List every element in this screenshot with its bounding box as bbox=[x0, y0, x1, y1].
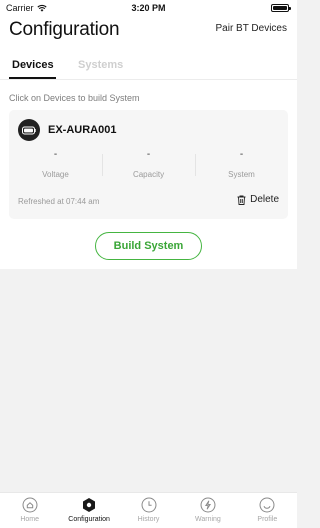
stat-label: Voltage bbox=[42, 170, 69, 179]
pair-bt-devices-button[interactable]: Pair BT Devices bbox=[215, 23, 287, 34]
app-screen: Carrier 3:20 PM Configuration Pair BT De… bbox=[0, 0, 297, 528]
stat-system: - System bbox=[195, 146, 288, 182]
tab-bar: Devices Systems bbox=[0, 48, 297, 80]
device-name: EX-AURA001 bbox=[48, 124, 117, 136]
battery-icon bbox=[271, 4, 291, 12]
configuration-icon bbox=[83, 498, 96, 512]
nav-profile[interactable]: Profile bbox=[238, 493, 297, 528]
device-avatar bbox=[18, 119, 40, 141]
nav-label: Configuration bbox=[68, 516, 110, 523]
delete-label: Delete bbox=[250, 194, 279, 205]
hint-text: Click on Devices to build System bbox=[9, 93, 140, 103]
stat-voltage: - Voltage bbox=[9, 146, 102, 182]
trash-icon bbox=[237, 195, 246, 205]
status-bar: Carrier 3:20 PM bbox=[0, 0, 297, 16]
warning-icon bbox=[200, 497, 216, 513]
nav-warning[interactable]: Warning bbox=[178, 493, 237, 528]
nav-home[interactable]: Home bbox=[0, 493, 59, 528]
nav-history[interactable]: History bbox=[119, 493, 178, 528]
tab-devices[interactable]: Devices bbox=[12, 59, 54, 71]
stat-capacity: - Capacity bbox=[102, 146, 195, 182]
refreshed-timestamp: Refreshed at 07:44 am bbox=[18, 197, 100, 206]
stat-value: - bbox=[53, 149, 58, 160]
battery-device-icon bbox=[22, 126, 36, 134]
nav-label: History bbox=[137, 516, 160, 523]
nav-label: Warning bbox=[195, 516, 221, 523]
stat-value: - bbox=[146, 149, 151, 160]
status-time: 3:20 PM bbox=[131, 3, 166, 13]
stat-value: - bbox=[239, 149, 244, 160]
profile-icon bbox=[259, 497, 275, 513]
build-system-button[interactable]: Build System bbox=[95, 232, 202, 260]
bottom-nav: Home Configuration History Warning Profi… bbox=[0, 492, 297, 528]
tab-systems[interactable]: Systems bbox=[78, 59, 123, 71]
history-icon bbox=[141, 497, 157, 513]
device-card[interactable]: EX-AURA001 - Voltage - Capacity - System… bbox=[9, 110, 288, 219]
devices-panel: Click on Devices to build System EX-AURA… bbox=[0, 80, 297, 269]
page-title: Configuration bbox=[9, 19, 120, 40]
nav-configuration[interactable]: Configuration bbox=[59, 493, 118, 528]
nav-label: Profile bbox=[257, 516, 278, 523]
nav-label: Home bbox=[20, 516, 40, 523]
stat-label: System bbox=[228, 170, 255, 179]
home-icon bbox=[22, 497, 38, 513]
stat-label: Capacity bbox=[132, 170, 165, 179]
device-stats: - Voltage - Capacity - System bbox=[9, 146, 288, 182]
header: Configuration Pair BT Devices bbox=[0, 16, 297, 48]
delete-device-button[interactable]: Delete bbox=[237, 194, 279, 205]
